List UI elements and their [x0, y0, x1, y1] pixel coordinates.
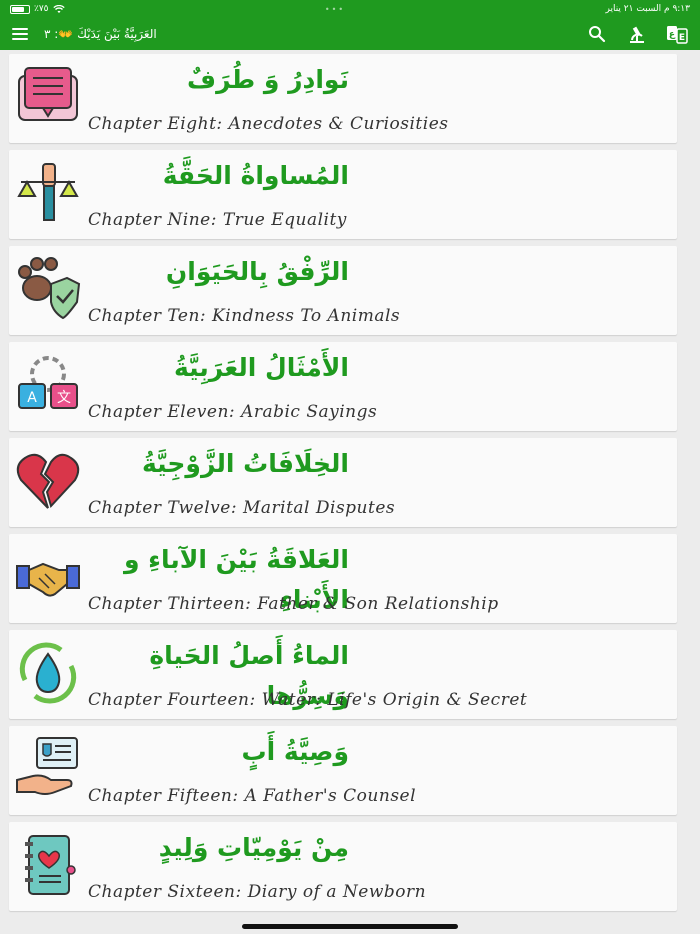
chapter-card-nine[interactable]: المُساواةُ الحَقَّةُ Chapter Nine: True …: [9, 150, 677, 239]
svg-text:文: 文: [57, 390, 71, 406]
chapter-card-fourteen[interactable]: الماءُ أَصلُ الحَياةِ وَسِرُّها Chapter …: [9, 630, 677, 719]
status-right: ٩:١٣ م السبت ٢١ يناير: [605, 4, 690, 14]
status-bar: ٪٧٥ ••• ٩:١٣ م السبت ٢١ يناير: [0, 0, 700, 18]
chapter-card-ten[interactable]: الرِّفْقُ بِالحَيَوَانِ Chapter Ten: Kin…: [9, 246, 677, 335]
translate-toggle-icon[interactable]: ع E: [666, 23, 688, 45]
chapter-english-title: Chapter Twelve: Marital Disputes: [88, 498, 396, 518]
search-icon[interactable]: [586, 23, 608, 45]
paw-shield-icon: [13, 254, 83, 324]
diary-icon: [13, 830, 83, 900]
chapter-english-title: Chapter Eleven: Arabic Sayings: [88, 402, 378, 422]
chapter-card-twelve[interactable]: الخِلَافَاتُ الزَّوْجِيَّةُ Chapter Twel…: [9, 438, 677, 527]
chapter-english-title: Chapter Eight: Anecdotes & Curiosities: [88, 114, 449, 134]
chapter-english-title: Chapter Nine: True Equality: [88, 210, 347, 230]
chapter-arabic-title: المُساواةُ الحَقَّةُ: [162, 161, 349, 190]
chapter-arabic-title: نَوادِرُ وَ طُرَفٌ: [187, 65, 349, 94]
battery-icon: [10, 4, 30, 14]
toolbar-actions: ع E: [586, 23, 688, 45]
chapter-card-sixteen[interactable]: مِنْ يَوْمِيّاتِ وَلِيدٍ Chapter Sixteen…: [9, 822, 677, 911]
chapter-arabic-title: مِنْ يَوْمِيّاتِ وَلِيدٍ: [158, 833, 349, 862]
microscope-icon[interactable]: [626, 23, 648, 45]
chapter-arabic-title: الرِّفْقُ بِالحَيَوَانِ: [165, 257, 349, 286]
chapter-english-title: Chapter Sixteen: Diary of a Newborn: [88, 882, 427, 902]
handshake-icon: [13, 542, 83, 612]
scales-icon: [13, 158, 83, 228]
app-toolbar: العَرَبِيَّةُ بَيْنَ يَدَيْكَ 👐: ٣ ع E: [0, 18, 700, 50]
chapter-english-title: Chapter Ten: Kindness To Animals: [88, 306, 401, 326]
translate-icon: A 文: [13, 350, 83, 420]
chapter-card-eight[interactable]: نَوادِرُ وَ طُرَفٌ Chapter Eight: Anecdo…: [9, 54, 677, 143]
broken-heart-icon: [13, 446, 83, 516]
home-indicator[interactable]: [242, 924, 458, 929]
svg-text:A: A: [27, 390, 37, 406]
menu-button[interactable]: [12, 23, 34, 45]
toolbar-title: العَرَبِيَّةُ بَيْنَ يَدَيْكَ 👐: ٣: [44, 27, 157, 41]
svg-text:ع: ع: [669, 30, 676, 40]
chapter-english-title: Chapter Fourteen: Water: Life's Origin &…: [88, 690, 528, 710]
battery-level: ٪٧٥: [34, 4, 49, 14]
water-drop-icon: [13, 638, 83, 708]
status-time-date: ٩:١٣ م السبت ٢١ يناير: [605, 4, 690, 14]
chapter-card-thirteen[interactable]: العَلاقَةُ بَيْنَ الآباءِ و الأَبْناءِ C…: [9, 534, 677, 623]
book-icon: [13, 62, 83, 132]
chapter-arabic-title: الأَمْثَالُ العَرَبِيَّةُ: [173, 353, 349, 382]
hand-message-icon: [13, 734, 83, 804]
wifi-icon: [52, 4, 65, 13]
chapter-english-title: Chapter Thirteen: Father & Son Relations…: [88, 594, 499, 614]
chapter-card-fifteen[interactable]: وَصِيَّةُ أَبٍ Chapter Fifteen: A Father…: [9, 726, 677, 815]
svg-text:E: E: [679, 33, 685, 43]
chapter-arabic-title: وَصِيَّةُ أَبٍ: [241, 737, 349, 766]
multitasking-dots[interactable]: •••: [325, 5, 345, 14]
chapter-card-eleven[interactable]: A 文 الأَمْثَالُ العَرَبِيَّةُ Chapter El…: [9, 342, 677, 431]
chapter-list: نَوادِرُ وَ طُرَفٌ Chapter Eight: Anecdo…: [0, 50, 700, 920]
chapter-english-title: Chapter Fifteen: A Father's Counsel: [88, 786, 417, 806]
status-left: ٪٧٥: [10, 4, 65, 14]
chapter-arabic-title: الخِلَافَاتُ الزَّوْجِيَّةُ: [142, 449, 349, 478]
